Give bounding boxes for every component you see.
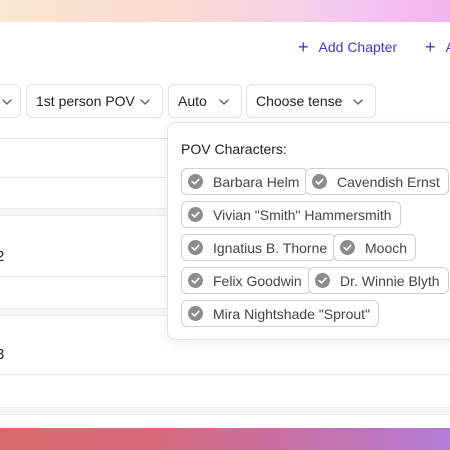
check-circle-icon <box>188 273 203 288</box>
character-chip[interactable]: Cavendish Ernst <box>305 168 449 195</box>
app-stage: + Add Chapter + A 1st person POV Auto <box>0 0 450 450</box>
check-circle-icon <box>315 273 330 288</box>
character-chip[interactable]: Felix Goodwin <box>181 267 311 294</box>
row-divider <box>0 374 450 375</box>
character-chip[interactable]: Vivian "Smith" Hammersmith <box>181 201 401 228</box>
check-circle-icon <box>188 240 203 255</box>
check-circle-icon <box>312 174 327 189</box>
check-circle-icon <box>340 240 355 255</box>
top-gradient-bar <box>0 0 450 22</box>
character-chip[interactable]: Mira Nightshade "Sprout" <box>181 300 380 327</box>
character-name: Vivian "Smith" Hammersmith <box>213 206 392 223</box>
check-circle-icon <box>188 174 203 189</box>
check-circle-icon <box>188 207 203 222</box>
character-name: Felix Goodwin <box>213 272 302 289</box>
bottom-gradient-bar <box>0 428 450 450</box>
add-item-label: A <box>446 39 450 55</box>
check-circle-icon <box>188 306 203 321</box>
mode-select-value: Auto <box>178 93 207 109</box>
chevron-down-icon <box>353 99 363 105</box>
character-chip[interactable]: Ignatius B. Thorne <box>181 234 337 261</box>
row-separator <box>0 407 450 415</box>
mode-select[interactable]: Auto <box>168 84 242 118</box>
chapter-number: 3 <box>0 346 5 363</box>
chevron-down-icon <box>219 99 229 105</box>
tense-select[interactable]: Choose tense <box>246 84 376 118</box>
character-name: Mooch <box>365 239 408 256</box>
chapter-number: 2 <box>0 248 5 265</box>
add-item-button[interactable]: + A <box>425 38 450 56</box>
add-chapter-label: Add Chapter <box>318 39 398 55</box>
character-name: Mira Nightshade "Sprout" <box>213 305 371 322</box>
character-chip[interactable]: Barbara Helm <box>181 168 309 195</box>
chapters-panel: + Add Chapter + A 1st person POV Auto <box>0 22 450 428</box>
character-name: Barbara Helm <box>213 173 300 190</box>
plus-icon: + <box>298 37 309 57</box>
pov-characters-popover: POV Characters: Barbara Helm Cavendish E… <box>167 122 450 340</box>
tense-select-value: Choose tense <box>256 93 343 109</box>
character-name: Ignatius B. Thorne <box>213 239 328 256</box>
plus-icon: + <box>425 37 436 57</box>
chapter-rows: 2 3 <box>0 22 450 428</box>
character-name: Cavendish Ernst <box>337 173 440 190</box>
popover-title: POV Characters: <box>181 141 287 157</box>
character-chip[interactable]: Dr. Winnie Blyth <box>308 267 449 294</box>
character-chip[interactable]: Mooch <box>333 234 417 261</box>
add-chapter-button[interactable]: + Add Chapter <box>298 38 397 56</box>
character-name: Dr. Winnie Blyth <box>340 272 440 289</box>
